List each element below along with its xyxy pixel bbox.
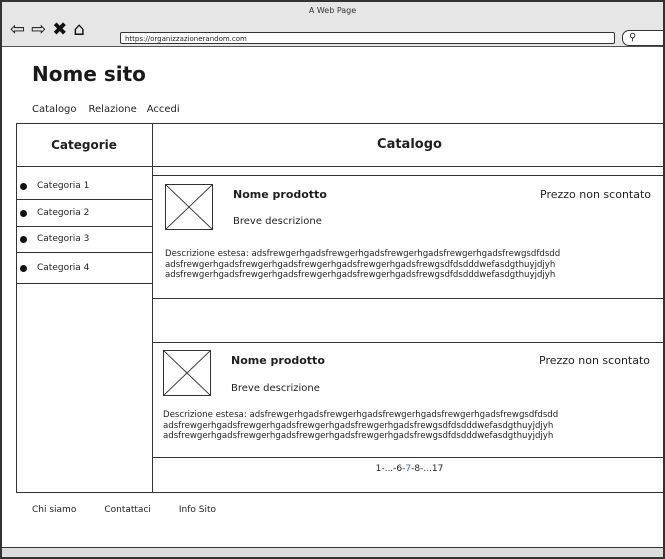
nav-link-catalogo[interactable]: Catalogo xyxy=(32,104,77,115)
nav-link-accedi[interactable]: Accedi xyxy=(147,104,180,115)
catalog-title: Catalogo xyxy=(377,137,442,152)
header-divider xyxy=(16,123,663,124)
description-line: Descrizione estesa: adsfrewgerhgadsfrewg… xyxy=(163,410,559,420)
bullet-icon xyxy=(20,209,27,217)
product-short-description: Breve descrizione xyxy=(231,383,320,394)
browser-nav-controls: ⇦ ⇨ ✖ ⌂ xyxy=(10,20,85,40)
sidebar-item-label: Categoria 3 xyxy=(37,234,90,244)
description-line: adsfrewgerhgadsfrewgerhgadsfrewgerhgadsf… xyxy=(163,420,554,431)
browser-window: A Web Page ⇦ ⇨ ✖ ⌂ https://organizzazion… xyxy=(0,0,665,559)
product-long-description: Descrizione estesa: adsfrewgerhgadsfrewg… xyxy=(165,249,560,281)
product-price: Prezzo non scontato xyxy=(539,354,651,367)
sidebar-item-label: Categoria 2 xyxy=(37,208,90,218)
pagination-suffix[interactable]: -8-...17 xyxy=(411,464,443,474)
sidebar-item-label: Categoria 4 xyxy=(37,263,90,273)
product-short-description: Breve descrizione xyxy=(233,216,322,227)
back-arrow-icon[interactable]: ⇦ xyxy=(10,21,25,39)
sidebar-item-categoria-3[interactable]: Categoria 3 xyxy=(20,234,89,244)
sidebar-left-border xyxy=(16,123,17,492)
image-placeholder-icon xyxy=(164,351,210,395)
site-name: Nome sito xyxy=(32,62,146,86)
address-bar[interactable]: https://organizzazionerandom.com xyxy=(120,32,615,44)
pagination: 1-...-6-7-8-...17 xyxy=(152,464,663,474)
product-long-description: Descrizione estesa: adsfrewgerhgadsfrewg… xyxy=(163,410,558,442)
product-bottom-border xyxy=(152,457,663,458)
sidebar-item-categoria-2[interactable]: Categoria 2 xyxy=(20,208,89,218)
product-name[interactable]: Nome prodotto xyxy=(231,354,325,367)
search-icon[interactable]: ⚲ xyxy=(629,32,636,44)
footer-link-contattaci[interactable]: Contattaci xyxy=(104,505,151,515)
description-line: adsfrewgerhgadsfrewgerhgadsfrewgerhgadsf… xyxy=(165,259,556,270)
footer-divider xyxy=(16,492,663,493)
heading-divider xyxy=(16,166,663,167)
sidebar-item-divider xyxy=(16,226,152,227)
sidebar-item-categoria-4[interactable]: Categoria 4 xyxy=(20,263,89,273)
product-top-border xyxy=(152,175,663,176)
browser-titlebar: A Web Page ⇦ ⇨ ✖ ⌂ https://organizzazion… xyxy=(2,2,663,47)
footer-link-chi-siamo[interactable]: Chi siamo xyxy=(32,505,76,515)
sidebar-item-label: Categoria 1 xyxy=(37,181,90,191)
footer-link-info-sito[interactable]: Info Sito xyxy=(179,505,216,515)
product-name[interactable]: Nome prodotto xyxy=(233,188,327,201)
sidebar-title: Categorie xyxy=(51,138,117,152)
description-line: adsfrewgerhgadsfrewgerhgadsfrewgerhgadsf… xyxy=(163,431,554,441)
product-image-placeholder[interactable] xyxy=(163,350,211,396)
image-placeholder-icon xyxy=(166,185,212,229)
bullet-icon xyxy=(20,264,27,272)
browser-search-field[interactable]: ⚲ xyxy=(622,30,663,46)
description-line: Descrizione estesa: adsfrewgerhgadsfrewg… xyxy=(165,249,561,259)
product-top-border xyxy=(152,342,663,343)
bullet-icon xyxy=(20,182,27,190)
product-bottom-border xyxy=(152,298,663,299)
pagination-prefix[interactable]: 1-...-6- xyxy=(376,464,406,474)
sidebar-item-categoria-1[interactable]: Categoria 1 xyxy=(20,181,89,191)
sidebar-item-divider xyxy=(16,283,152,284)
bullet-icon xyxy=(20,235,27,243)
product-price: Prezzo non scontato xyxy=(540,188,652,201)
forward-arrow-icon[interactable]: ⇨ xyxy=(31,21,46,39)
nav-link-relazione[interactable]: Relazione xyxy=(89,104,137,115)
home-icon[interactable]: ⌂ xyxy=(73,21,84,39)
sidebar-item-divider xyxy=(16,199,152,200)
description-line: adsfrewgerhgadsfrewgerhgadsfrewgerhgadsf… xyxy=(165,270,556,280)
browser-status-bar xyxy=(2,547,663,557)
close-icon[interactable]: ✖ xyxy=(52,21,67,39)
product-image-placeholder[interactable] xyxy=(165,184,213,230)
sidebar-right-border xyxy=(152,123,153,492)
footer-links: Chi siamo Contattaci Info Sito xyxy=(32,505,216,515)
window-title: A Web Page xyxy=(308,6,357,15)
top-navigation: Catalogo Relazione Accedi xyxy=(32,104,180,115)
sidebar-item-divider xyxy=(16,252,152,253)
